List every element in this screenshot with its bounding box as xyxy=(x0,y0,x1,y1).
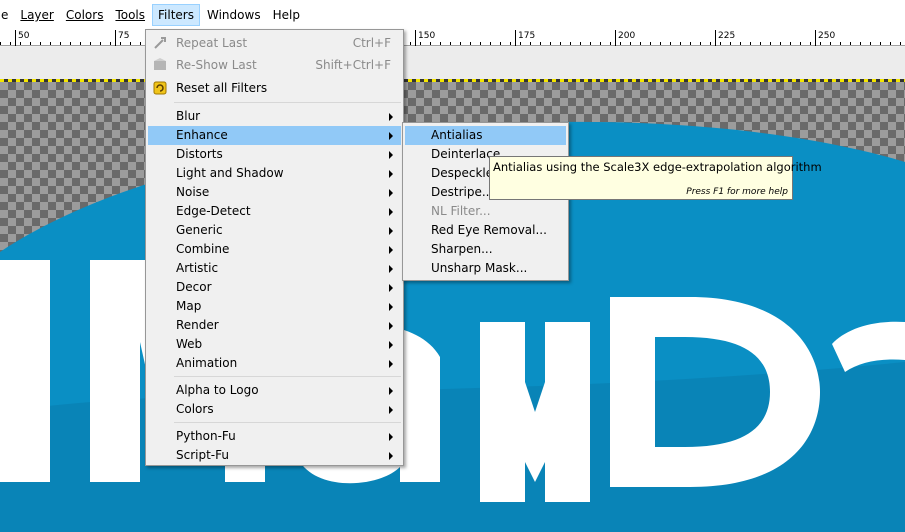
submenu-animation[interactable]: Animation xyxy=(148,354,401,373)
submenu-colors[interactable]: Colors xyxy=(148,400,401,419)
menu-item-nl-filter[interactable]: NL Filter... xyxy=(405,202,566,221)
chevron-right-icon xyxy=(389,132,393,140)
submenu-map[interactable]: Map xyxy=(148,297,401,316)
submenu-combine[interactable]: Combine xyxy=(148,240,401,259)
menu-edit[interactable]: e xyxy=(0,4,13,26)
submenu-noise[interactable]: Noise xyxy=(148,183,401,202)
menu-separator xyxy=(174,102,401,103)
chevron-right-icon xyxy=(389,433,393,441)
ruler-label: 50 xyxy=(18,31,30,41)
chevron-right-icon xyxy=(389,452,393,460)
menu-separator xyxy=(174,376,401,377)
menu-item-antialias[interactable]: Antialias xyxy=(405,126,566,145)
submenu-distorts[interactable]: Distorts xyxy=(148,145,401,164)
ruler-label: 175 xyxy=(518,31,536,41)
reset-icon xyxy=(153,81,167,95)
chevron-right-icon xyxy=(389,387,393,395)
tooltip-text: Antialias using the Scale3X edge-extrapo… xyxy=(493,160,822,174)
chevron-right-icon xyxy=(389,208,393,216)
submenu-blur[interactable]: Blur xyxy=(148,107,401,126)
chevron-right-icon xyxy=(389,341,393,349)
chevron-right-icon xyxy=(389,170,393,178)
menu-tools[interactable]: Tools xyxy=(110,4,150,26)
menu-item-repeat-last[interactable]: Repeat Last Ctrl+F xyxy=(148,34,401,53)
menu-item-red-eye-removal[interactable]: Red Eye Removal... xyxy=(405,221,566,240)
menu-separator xyxy=(174,422,401,423)
reshow-icon xyxy=(153,58,167,72)
menu-bar: e Layer Colors Tools Filters Windows Hel… xyxy=(0,0,905,30)
chevron-right-icon xyxy=(389,113,393,121)
menu-item-sharpen[interactable]: Sharpen... xyxy=(405,240,566,259)
submenu-decor[interactable]: Decor xyxy=(148,278,401,297)
tooltip-hint: Press F1 for more help xyxy=(686,187,788,197)
menu-item-reset-all-filters[interactable]: Reset all Filters xyxy=(148,79,401,98)
submenu-render[interactable]: Render xyxy=(148,316,401,335)
submenu-script-fu[interactable]: Script-Fu xyxy=(148,446,401,465)
canvas-padding xyxy=(0,47,905,80)
submenu-alpha-to-logo[interactable]: Alpha to Logo xyxy=(148,381,401,400)
chevron-right-icon xyxy=(389,151,393,159)
menu-help[interactable]: Help xyxy=(268,4,305,26)
menu-colors[interactable]: Colors xyxy=(61,4,109,26)
submenu-web[interactable]: Web xyxy=(148,335,401,354)
chevron-right-icon xyxy=(389,189,393,197)
submenu-python-fu[interactable]: Python-Fu xyxy=(148,427,401,446)
ruler-label: 150 xyxy=(418,31,436,41)
menu-windows[interactable]: Windows xyxy=(202,4,266,26)
submenu-edge-detect[interactable]: Edge-Detect xyxy=(148,202,401,221)
submenu-generic[interactable]: Generic xyxy=(148,221,401,240)
chevron-right-icon xyxy=(389,406,393,414)
menu-layer[interactable]: Layer xyxy=(15,4,58,26)
chevron-right-icon xyxy=(389,227,393,235)
ruler-label: 250 xyxy=(818,31,836,41)
chevron-right-icon xyxy=(389,284,393,292)
chevron-right-icon xyxy=(389,322,393,330)
chevron-right-icon xyxy=(389,265,393,273)
menu-filters[interactable]: Filters xyxy=(152,4,200,26)
submenu-artistic[interactable]: Artistic xyxy=(148,259,401,278)
filters-menu: Repeat Last Ctrl+F Re-Show Last Shift+Ct… xyxy=(145,29,404,466)
chevron-right-icon xyxy=(389,303,393,311)
horizontal-ruler[interactable]: 50 75 150 175 200 225 250 xyxy=(0,30,905,46)
chevron-right-icon xyxy=(389,360,393,368)
menu-item-unsharp-mask[interactable]: Unsharp Mask... xyxy=(405,259,566,278)
repeat-icon xyxy=(153,36,167,50)
submenu-light-and-shadow[interactable]: Light and Shadow xyxy=(148,164,401,183)
ruler-label: 75 xyxy=(118,31,130,41)
tooltip: Antialias using the Scale3X edge-extrapo… xyxy=(489,156,822,200)
enhance-submenu: Antialias Deinterlace... Despeckle... De… xyxy=(402,122,569,281)
chevron-right-icon xyxy=(389,246,393,254)
submenu-enhance[interactable]: Enhance xyxy=(148,126,401,145)
ruler-label: 225 xyxy=(718,31,736,41)
ruler-label: 200 xyxy=(618,31,636,41)
menu-item-reshow-last[interactable]: Re-Show Last Shift+Ctrl+F xyxy=(148,56,401,75)
